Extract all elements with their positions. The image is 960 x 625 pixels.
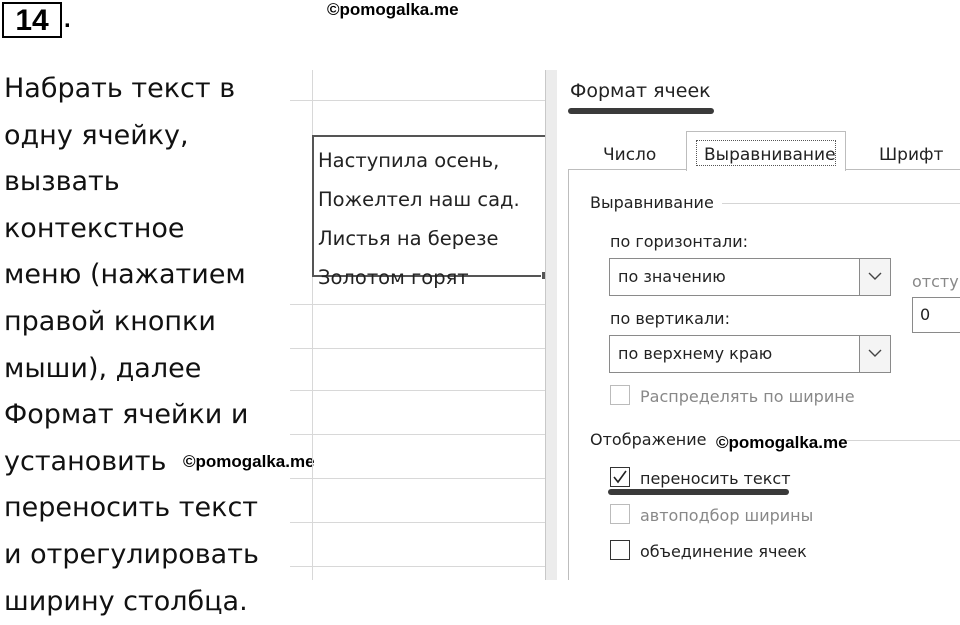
wrap-text-checkbox[interactable] [610, 467, 630, 487]
checkmark-icon [613, 470, 627, 484]
watermark-dialog: ©pomogalka.me [716, 433, 848, 452]
row-gridline [290, 566, 545, 567]
row-gridline [290, 348, 545, 349]
instruction-line: мыши), далее [4, 352, 202, 384]
row-gridline [290, 434, 545, 435]
horizontal-select[interactable]: по значению [609, 258, 891, 296]
instruction-line: Набрать текст в [4, 73, 236, 104]
cell-line: Пожелтел наш сад. [318, 188, 520, 211]
dialog-title: Формат ячеек [570, 80, 711, 102]
instruction-line: ширину столбца. [4, 585, 248, 617]
title-highlight-underline [568, 108, 714, 114]
cell-line: Наступила осень, [318, 149, 500, 172]
shrink-to-fit-checkbox[interactable] [610, 504, 630, 524]
vertical-select-value: по верхнему краю [618, 344, 773, 363]
horizontal-select-value: по значению [618, 267, 726, 286]
row-gridline [290, 304, 545, 305]
row-gridline [290, 390, 545, 391]
distribute-label: Распределять по ширине [640, 387, 855, 406]
indent-label: отступ [912, 272, 960, 291]
task-number: 14 [2, 2, 62, 38]
vertical-label: по вертикали: [610, 309, 730, 328]
row-gridline [290, 522, 545, 523]
shrink-to-fit-label: автоподбор ширины [640, 506, 814, 525]
chevron-down-icon [868, 272, 882, 280]
horizontal-dropdown-button[interactable] [859, 259, 890, 295]
merge-cells-label[interactable]: объединение ячеек [640, 542, 807, 561]
group-divider [722, 203, 960, 204]
chevron-down-icon [868, 349, 882, 357]
instruction-line: вызвать [4, 166, 120, 198]
task-number-dot: . [64, 6, 71, 33]
vertical-select[interactable]: по верхнему краю [609, 335, 891, 373]
group-divider [845, 440, 960, 441]
cell-line: Листья на березе [318, 227, 499, 250]
instruction-line: переносить текст [4, 492, 259, 524]
wrap-text-highlight-underline [608, 489, 789, 495]
tab-number[interactable]: Число [603, 145, 656, 165]
alignment-group-label: Выравнивание [590, 193, 714, 212]
vertical-dropdown-button[interactable] [859, 336, 890, 372]
row-gridline [290, 100, 545, 101]
instruction-line: контекстное [4, 212, 185, 244]
instruction-line: одну ячейку, [4, 119, 189, 151]
cell-content: Наступила осень, Пожелтел наш сад. Листь… [318, 141, 520, 297]
instruction-line: правой кнопки [4, 305, 216, 337]
display-group-label: Отображение [590, 430, 707, 449]
tab-alignment[interactable]: Выравнивание [704, 145, 836, 165]
indent-value: 0 [920, 305, 931, 324]
watermark-top: ©pomogalka.me [327, 0, 459, 19]
instruction-line: меню (нажатием [4, 259, 246, 291]
merge-cells-checkbox[interactable] [610, 540, 630, 560]
instruction-line: и отрегулировать [4, 538, 259, 570]
cell-line: Золотом горят [318, 266, 469, 289]
row-gridline [290, 478, 545, 479]
wrap-text-label[interactable]: переносить текст [640, 469, 791, 488]
panel-border [568, 170, 569, 580]
instruction-line: Формат ячейки и [4, 399, 249, 431]
instruction-text: Набрать текст в одну ячейку, вызвать кон… [4, 66, 289, 625]
horizontal-label: по горизонтали: [610, 232, 748, 251]
distribute-checkbox[interactable] [610, 385, 630, 405]
tab-font[interactable]: Шрифт [879, 145, 943, 165]
